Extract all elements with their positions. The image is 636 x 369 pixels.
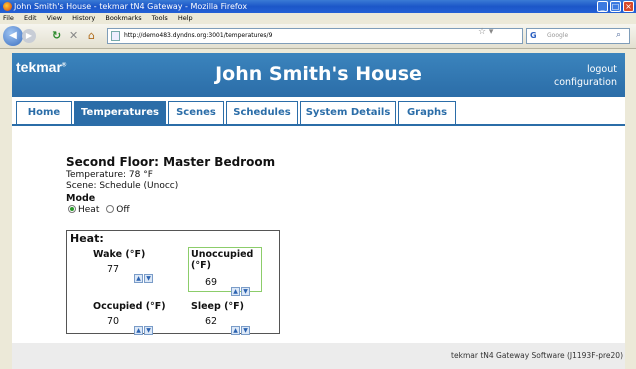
unoccupied-up-arrow-icon[interactable]: ▲ (231, 287, 240, 296)
url-text: http://demo483.dyndns.org:3001/temperatu… (124, 32, 273, 39)
forward-icon[interactable]: ▶ (22, 29, 36, 43)
window-title: John Smith's House - tekmar tN4 Gateway … (14, 2, 248, 11)
sleep-value: 62 (205, 316, 218, 327)
google-icon[interactable]: G (530, 31, 540, 41)
sleep-label: Sleep (°F) (191, 301, 245, 312)
logout-link[interactable]: logout (587, 64, 617, 75)
firefox-icon (3, 2, 12, 11)
wake-up-arrow-icon[interactable]: ▲ (134, 274, 143, 283)
menu-edit[interactable]: Edit (24, 14, 37, 22)
unoccupied-label: Unoccupied (°F) (191, 249, 254, 271)
unoccupied-value: 69 (205, 277, 218, 288)
page-footer: tekmar tN4 Gateway Software (J1193F-pre2… (12, 343, 625, 369)
tab-home[interactable]: Home (16, 101, 72, 124)
heat-title: Heat: (70, 232, 104, 245)
back-icon[interactable]: ◀ (3, 26, 23, 46)
menu-tools[interactable]: Tools (152, 14, 168, 22)
occupied-stepper: ▲ ▼ (134, 317, 154, 335)
stop-icon[interactable]: ✕ (69, 29, 78, 43)
menu-bar: File Edit View History Bookmarks Tools H… (0, 13, 636, 24)
tab-scenes[interactable]: Scenes (168, 101, 224, 124)
tab-temperatures[interactable]: Temperatures (74, 101, 166, 124)
wake-value: 77 (107, 264, 120, 275)
tab-schedules[interactable]: Schedules (226, 101, 298, 124)
tab-system-details[interactable]: System Details (300, 101, 396, 124)
minimize-button[interactable]: _ (597, 1, 608, 12)
web-page: tekmar® John Smith's House logout config… (12, 53, 625, 369)
menu-history[interactable]: History (72, 14, 95, 22)
menu-help[interactable]: Help (178, 14, 193, 22)
search-input[interactable]: G Google (526, 28, 630, 44)
sleep-stepper: ▲ ▼ (231, 317, 251, 335)
off-radio-label[interactable]: Off (116, 205, 129, 215)
room-title: Second Floor: Master Bedroom (66, 155, 276, 169)
mode-radio-group: Heat Off (68, 205, 130, 215)
occupied-value: 70 (107, 316, 120, 327)
mode-label: Mode (66, 193, 96, 204)
window-titlebar: John Smith's House - tekmar tN4 Gateway … (0, 0, 636, 13)
sleep-down-arrow-icon[interactable]: ▼ (241, 326, 250, 335)
tab-graphs[interactable]: Graphs (398, 101, 456, 124)
unoccupied-down-arrow-icon[interactable]: ▼ (241, 287, 250, 296)
menu-file[interactable]: File (3, 14, 14, 22)
search-placeholder: Google (547, 32, 569, 39)
sleep-up-arrow-icon[interactable]: ▲ (231, 326, 240, 335)
occupied-down-arrow-icon[interactable]: ▼ (144, 326, 153, 335)
maximize-button[interactable]: □ (610, 1, 621, 12)
occupied-label: Occupied (°F) (93, 301, 166, 312)
home-icon[interactable]: ⌂ (88, 29, 95, 43)
reload-icon[interactable]: ↻ (52, 29, 61, 43)
unoccupied-stepper: ▲ ▼ (231, 278, 251, 296)
heat-radio[interactable] (68, 205, 76, 213)
url-bar[interactable]: http://demo483.dyndns.org:3001/temperatu… (107, 28, 523, 44)
wake-label: Wake (°F) (93, 249, 146, 260)
scene-text: Scene: Schedule (Unocc) (66, 181, 179, 191)
menu-bookmarks[interactable]: Bookmarks (105, 14, 141, 22)
house-title: John Smith's House (215, 63, 422, 85)
off-radio[interactable] (106, 205, 115, 213)
tab-bar: Home Temperatures Scenes Schedules Syste… (12, 101, 625, 126)
page-icon (111, 31, 120, 41)
site-header: tekmar® John Smith's House logout config… (12, 53, 625, 97)
configuration-link[interactable]: configuration (554, 77, 617, 88)
heat-radio-label[interactable]: Heat (78, 205, 99, 215)
search-go-icon[interactable]: ⌕ (616, 30, 621, 40)
navigation-toolbar: ◀ ▶ ↻ ✕ ⌂ http://demo483.dyndns.org:3001… (0, 24, 636, 49)
bookmark-star-icon[interactable]: ☆ ▾ (478, 27, 493, 37)
wake-down-arrow-icon[interactable]: ▼ (144, 274, 153, 283)
menu-view[interactable]: View (47, 14, 62, 22)
wake-stepper: ▲ ▼ (134, 265, 154, 283)
close-window-button[interactable]: × (623, 1, 634, 12)
occupied-up-arrow-icon[interactable]: ▲ (134, 326, 143, 335)
temperature-text: Temperature: 78 °F (66, 170, 153, 180)
heat-settings-panel: Heat: Wake (°F) 77 ▲ ▼ Unoccupied (°F) 69 … (66, 230, 280, 335)
